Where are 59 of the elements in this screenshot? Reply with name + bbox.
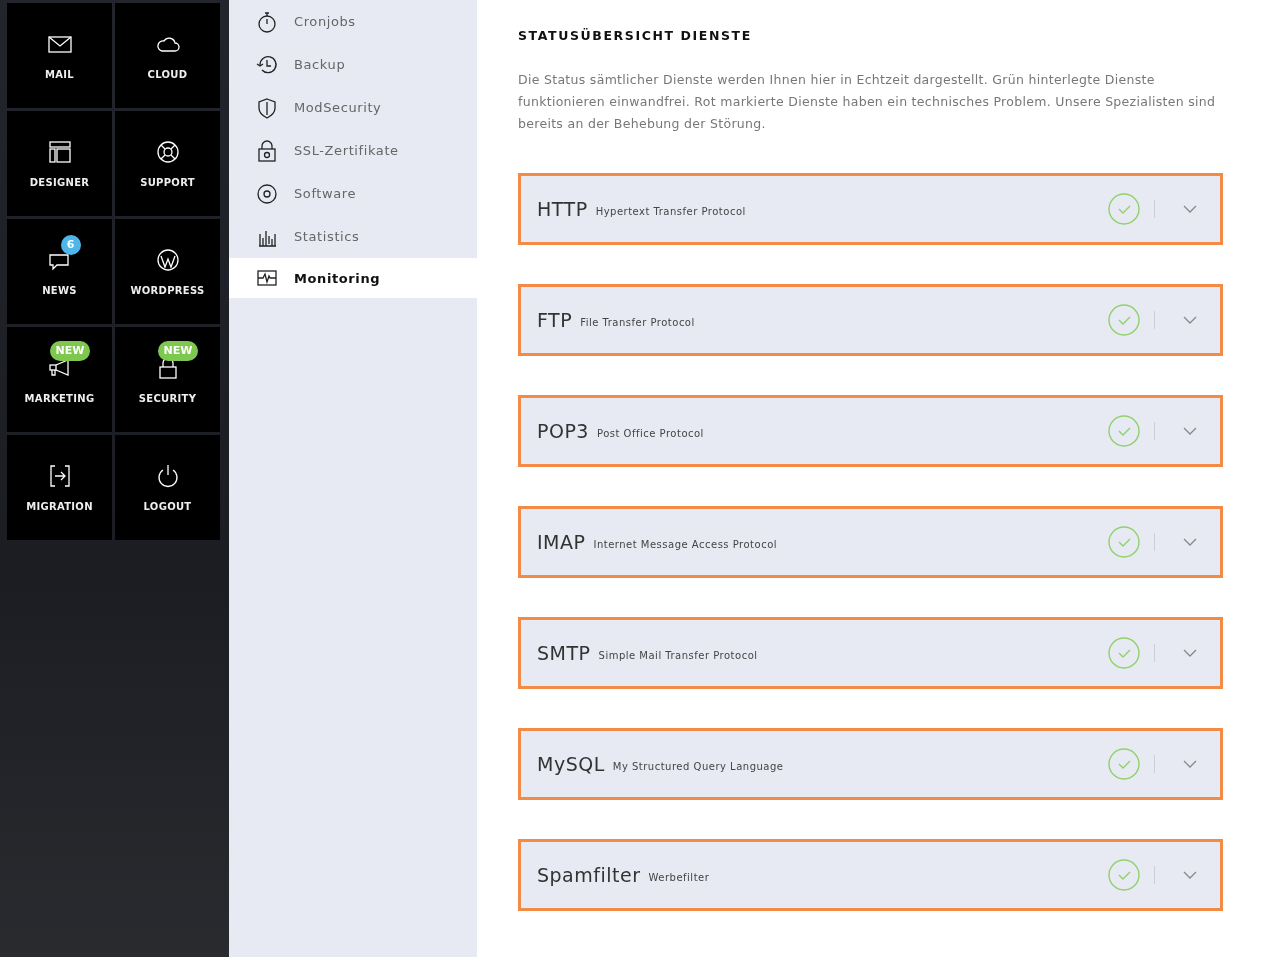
menu-tile[interactable]: MAIL — [7, 3, 112, 108]
service-description: File Transfer Protocol — [580, 316, 695, 328]
chevron-down-icon[interactable] — [1183, 538, 1197, 546]
service-description: Werbefilter — [648, 871, 710, 883]
service-name: MySQL — [537, 753, 605, 775]
menu-tile[interactable]: MIGRATION — [7, 435, 112, 540]
chevron-down-icon[interactable] — [1183, 760, 1197, 768]
layout-icon — [46, 139, 73, 165]
menu-tile[interactable]: CLOUD — [115, 3, 220, 108]
chevron-down-icon[interactable] — [1183, 649, 1197, 657]
service-description: Post Office Protocol — [596, 427, 704, 439]
menu-tile[interactable]: SUPPORT — [115, 111, 220, 216]
menu-tile[interactable]: NEW SECURITY — [115, 327, 220, 432]
submenu-item[interactable]: Software — [229, 172, 477, 215]
menu-tile[interactable]: DESIGNER — [7, 111, 112, 216]
padlock-certificate-icon — [256, 139, 278, 162]
service-row[interactable]: FTP File Transfer Protocol — [518, 284, 1223, 356]
chevron-down-icon[interactable] — [1183, 427, 1197, 435]
lifebuoy-icon — [154, 139, 181, 165]
count-badge: 6 — [60, 235, 81, 255]
service-name: HTTP — [537, 198, 588, 220]
chevron-down-icon[interactable] — [1183, 316, 1197, 324]
service-description: Hypertext Transfer Protocol — [595, 205, 746, 217]
service-name: FTP — [537, 309, 573, 331]
service-name: SMTP — [537, 642, 591, 664]
submenu-item[interactable]: Statistics — [229, 215, 477, 258]
service-row[interactable]: Spamfilter Werbefilter — [518, 839, 1223, 911]
menu-tile[interactable]: LOGOUT — [115, 435, 220, 540]
chevron-down-icon[interactable] — [1183, 205, 1197, 213]
stopwatch-icon — [256, 10, 278, 33]
chevron-down-icon[interactable] — [1183, 871, 1197, 879]
service-row[interactable]: SMTP Simple Mail Transfer Protocol — [518, 617, 1223, 689]
service-name: Spamfilter — [537, 864, 641, 886]
submenu-item[interactable]: Cronjobs — [229, 0, 477, 43]
service-row[interactable]: IMAP Internet Message Access Protocol — [518, 506, 1223, 578]
new-badge: NEW — [49, 341, 91, 361]
disc-icon — [256, 182, 278, 205]
service-row[interactable]: MySQL My Structured Query Language — [518, 728, 1223, 800]
section-heading: STATUSÜBERSICHT DIENSTE — [518, 28, 753, 43]
menu-tile[interactable]: NEW MARKETING — [7, 327, 112, 432]
service-name: IMAP — [537, 531, 586, 553]
service-name: POP3 — [537, 420, 589, 442]
new-badge: NEW — [157, 341, 199, 361]
history-clock-icon — [256, 53, 278, 76]
service-description: Internet Message Access Protocol — [593, 538, 778, 550]
shield-icon — [256, 96, 278, 119]
submenu-item[interactable]: Monitoring — [229, 258, 477, 298]
service-description: My Structured Query Language — [612, 760, 784, 772]
service-description: Simple Mail Transfer Protocol — [598, 649, 758, 661]
menu-tile[interactable]: 6 NEWS — [7, 219, 112, 324]
service-row[interactable]: POP3 Post Office Protocol — [518, 395, 1223, 467]
submenu-item[interactable]: SSL-Zertifikate — [229, 129, 477, 172]
pulse-icon — [256, 267, 278, 289]
service-row[interactable]: HTTP Hypertext Transfer Protocol — [518, 173, 1223, 245]
submenu-item[interactable]: ModSecurity — [229, 86, 477, 129]
intro-paragraph: Die Status sämtlicher Dienste werden Ihnen hier in Echtzeit dargestellt. Grün hinterlegte Dienste funktionieren einwandfrei. Rot markierte Dienste haben ein technisches Problem. Unsere Spezialisten sind bereits an der Behebung der Störung. — [518, 71, 1217, 133]
menu-tile[interactable]: WORDPRESS — [115, 219, 220, 324]
wordpress-icon — [154, 247, 181, 273]
submenu-item[interactable]: Backup — [229, 43, 477, 86]
